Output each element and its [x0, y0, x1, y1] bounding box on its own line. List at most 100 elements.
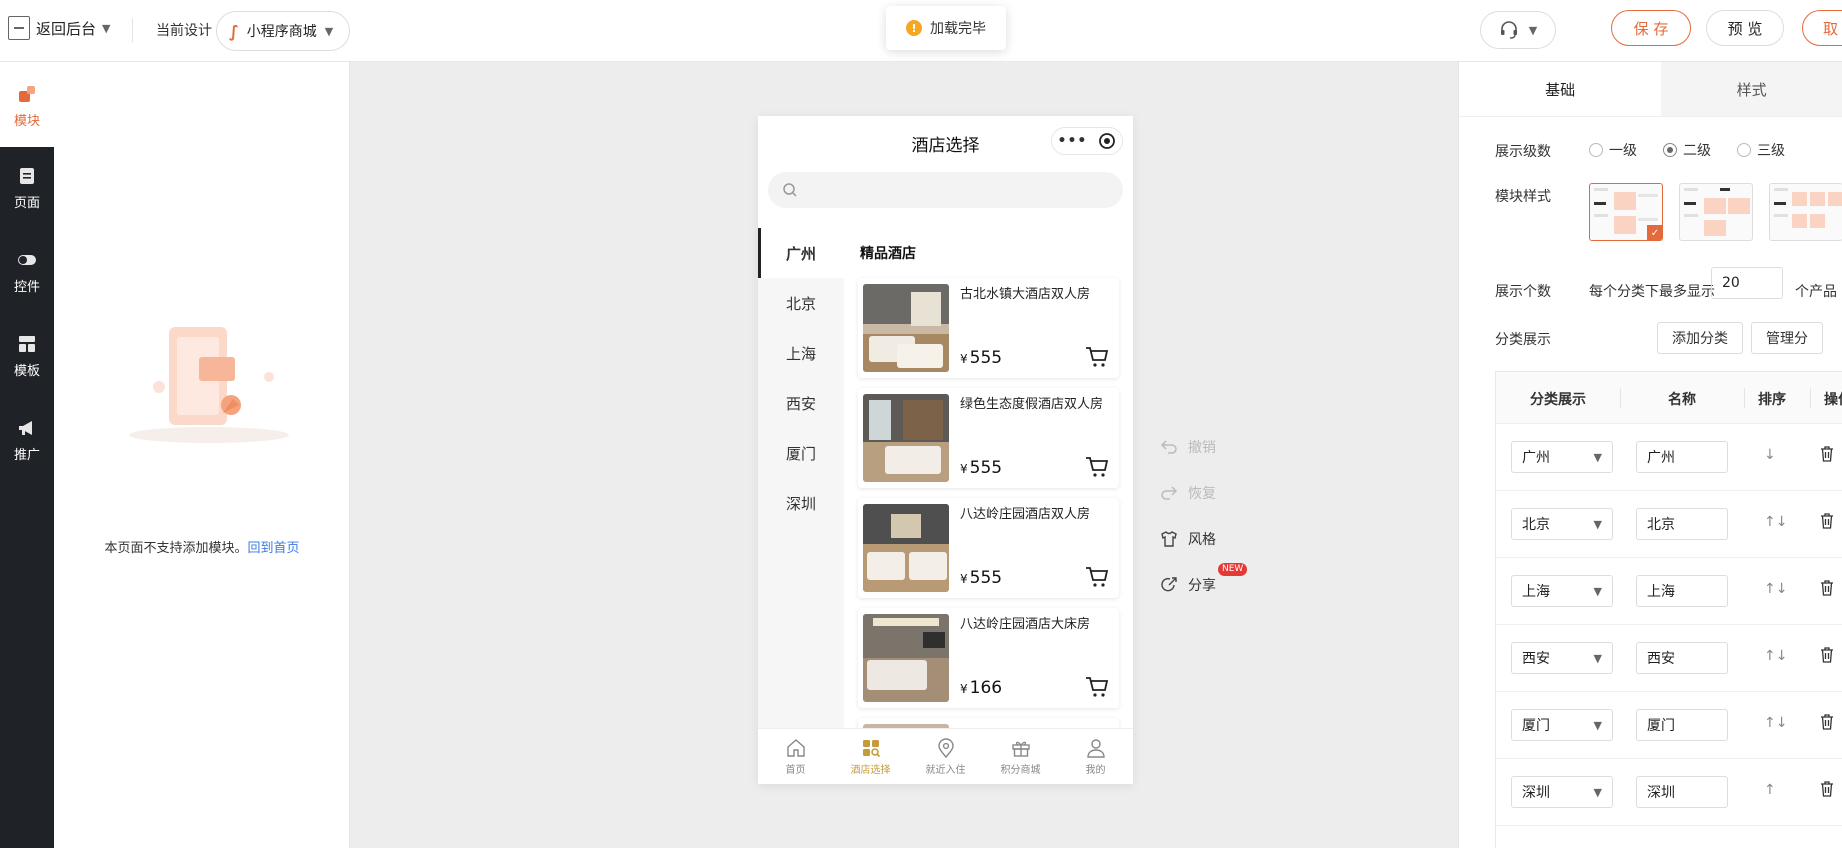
share-button[interactable]: 分享 NEW: [1160, 563, 1248, 595]
category-item-xiamen[interactable]: 厦门: [758, 428, 844, 478]
cart-icon[interactable]: [1085, 346, 1109, 368]
module-style-option-1[interactable]: ✓: [1589, 183, 1663, 241]
undo-button[interactable]: 撤销: [1160, 437, 1216, 457]
sort-arrows[interactable]: ↓: [1764, 447, 1776, 463]
levels-radio-group: 一级 二级 三级: [1589, 140, 1785, 160]
category-name-input[interactable]: 北京: [1636, 508, 1728, 540]
sort-arrows[interactable]: ↑↓: [1764, 581, 1787, 597]
sidebar-item-promotion[interactable]: 推广: [0, 418, 54, 463]
category-select[interactable]: 上海 ▼: [1511, 575, 1613, 607]
tab-nearby[interactable]: 就近入住: [908, 729, 983, 784]
category-item-beijing[interactable]: 北京: [758, 278, 844, 328]
select-value: 北京: [1522, 517, 1550, 533]
product-card[interactable]: 古北水镇大酒店双人房 ¥555: [858, 278, 1119, 378]
cart-icon[interactable]: [1085, 676, 1109, 698]
currency-symbol: ¥: [960, 572, 968, 586]
tab-basic[interactable]: 基础: [1459, 62, 1662, 116]
more-icon[interactable]: •••: [1058, 133, 1088, 149]
shirt-icon: [1161, 531, 1177, 547]
sort-arrows[interactable]: ↑↓: [1764, 715, 1787, 731]
design-select[interactable]: ∫ 小程序商城 ▼: [216, 11, 350, 51]
table-row: 广州 ▼ 广州 ↓: [1496, 424, 1842, 491]
empty-state-illustration: [129, 327, 289, 443]
category-name-input[interactable]: 上海: [1636, 575, 1728, 607]
level-radio-one[interactable]: 一级: [1589, 140, 1637, 160]
category-item-guangzhou[interactable]: 广州: [758, 228, 844, 278]
tab-mine[interactable]: 我的: [1058, 729, 1133, 784]
redo-button[interactable]: 恢复: [1160, 483, 1216, 503]
headset-icon: [1500, 21, 1517, 39]
count-suffix: 个产品: [1795, 284, 1837, 300]
cart-icon[interactable]: [1085, 456, 1109, 478]
sort-arrows[interactable]: ↑↓: [1764, 648, 1787, 664]
add-category-button[interactable]: 添加分类: [1657, 322, 1743, 354]
trash-icon[interactable]: [1820, 714, 1834, 730]
sidebar-item-control[interactable]: 控件: [0, 250, 54, 295]
category-select[interactable]: 西安 ▼: [1511, 642, 1613, 674]
module-style-option-2[interactable]: [1679, 183, 1753, 241]
category-name-input[interactable]: 广州: [1636, 441, 1728, 473]
style-button[interactable]: 风格: [1160, 529, 1216, 549]
category-select[interactable]: 北京 ▼: [1511, 508, 1613, 540]
close-circle-icon[interactable]: [1098, 132, 1116, 150]
price-value: 555: [969, 458, 1003, 478]
table-row: 上海 ▼ 上海 ↑↓: [1496, 558, 1842, 625]
trash-icon[interactable]: [1820, 446, 1834, 462]
tab-points-mall[interactable]: 积分商城: [983, 729, 1058, 784]
preview-button[interactable]: 预 览: [1706, 10, 1784, 46]
level-radio-three[interactable]: 三级: [1737, 140, 1785, 160]
category-name-input[interactable]: 厦门: [1636, 709, 1728, 741]
trash-icon[interactable]: [1820, 781, 1834, 797]
search-icon: [783, 183, 797, 197]
module-style-option-3[interactable]: [1769, 183, 1842, 241]
customer-support-button[interactable]: ▼: [1480, 11, 1556, 49]
select-value: 厦门: [1522, 718, 1550, 734]
mini-program-capsule[interactable]: •••: [1051, 127, 1123, 155]
back-to-admin-button[interactable]: 返回后台 ▼: [8, 16, 110, 40]
category-select[interactable]: 深圳 ▼: [1511, 776, 1613, 808]
product-card[interactable]: 绿色生态度假酒店双人房 ¥555: [858, 388, 1119, 488]
current-design-label: 当前设计: [156, 23, 212, 39]
phone-preview: 酒店选择 ••• 广州 北京 上海 西安 厦门 深圳 精品酒店 古北水镇大酒店双…: [758, 116, 1133, 784]
undo-label: 撤销: [1188, 440, 1216, 456]
cart-icon[interactable]: [1085, 566, 1109, 588]
sidebar-item-template[interactable]: 模板: [0, 334, 54, 379]
select-value: 广州: [1522, 450, 1550, 466]
product-card[interactable]: 八达岭庄园酒店双人房 ¥555: [858, 498, 1119, 598]
category-select[interactable]: 厦门 ▼: [1511, 709, 1613, 741]
sidebar-item-page[interactable]: 页面: [0, 166, 54, 211]
level-radio-two[interactable]: 二级: [1663, 140, 1711, 160]
tab-label: 我的: [1085, 764, 1106, 776]
column-header: 名称: [1668, 392, 1696, 408]
sort-arrows[interactable]: ↑↓: [1764, 514, 1787, 530]
chevron-down-icon: ▼: [1593, 584, 1602, 598]
select-value: 西安: [1522, 651, 1550, 667]
sort-arrows[interactable]: ↑: [1764, 782, 1776, 798]
radio-circle-checked: [1663, 143, 1677, 157]
manage-category-button[interactable]: 管理分: [1751, 322, 1823, 354]
save-button[interactable]: 保 存: [1611, 10, 1691, 46]
trash-icon[interactable]: [1820, 580, 1834, 596]
sidebar-item-module[interactable]: 模块: [0, 84, 54, 129]
product-card[interactable]: 八达岭庄园酒店大床房 ¥166: [858, 608, 1119, 708]
cancel-button[interactable]: 取: [1802, 10, 1842, 46]
trash-icon[interactable]: [1820, 513, 1834, 529]
settings-tabs: 基础 样式: [1459, 62, 1842, 117]
category-name-input[interactable]: 西安: [1636, 642, 1728, 674]
count-input[interactable]: 20: [1711, 267, 1783, 299]
product-price: ¥166: [960, 678, 1002, 698]
category-name-input[interactable]: 深圳: [1636, 776, 1728, 808]
back-home-link[interactable]: 回到首页: [248, 541, 300, 556]
tab-style[interactable]: 样式: [1661, 62, 1842, 116]
product-list: 精品酒店 古北水镇大酒店双人房 ¥555 绿色生态度假酒店双人房 ¥555 八达…: [844, 228, 1133, 784]
sidebar-item-label: 页面: [13, 196, 40, 211]
tab-home[interactable]: 首页: [758, 729, 833, 784]
category-item-shenzhen[interactable]: 深圳: [758, 478, 844, 528]
category-item-shanghai[interactable]: 上海: [758, 328, 844, 378]
price-value: 555: [969, 568, 1003, 588]
trash-icon[interactable]: [1820, 647, 1834, 663]
category-select[interactable]: 广州 ▼: [1511, 441, 1613, 473]
search-bar[interactable]: [768, 172, 1123, 208]
tab-hotel-select[interactable]: 酒店选择: [833, 729, 908, 784]
category-item-xian[interactable]: 西安: [758, 378, 844, 428]
